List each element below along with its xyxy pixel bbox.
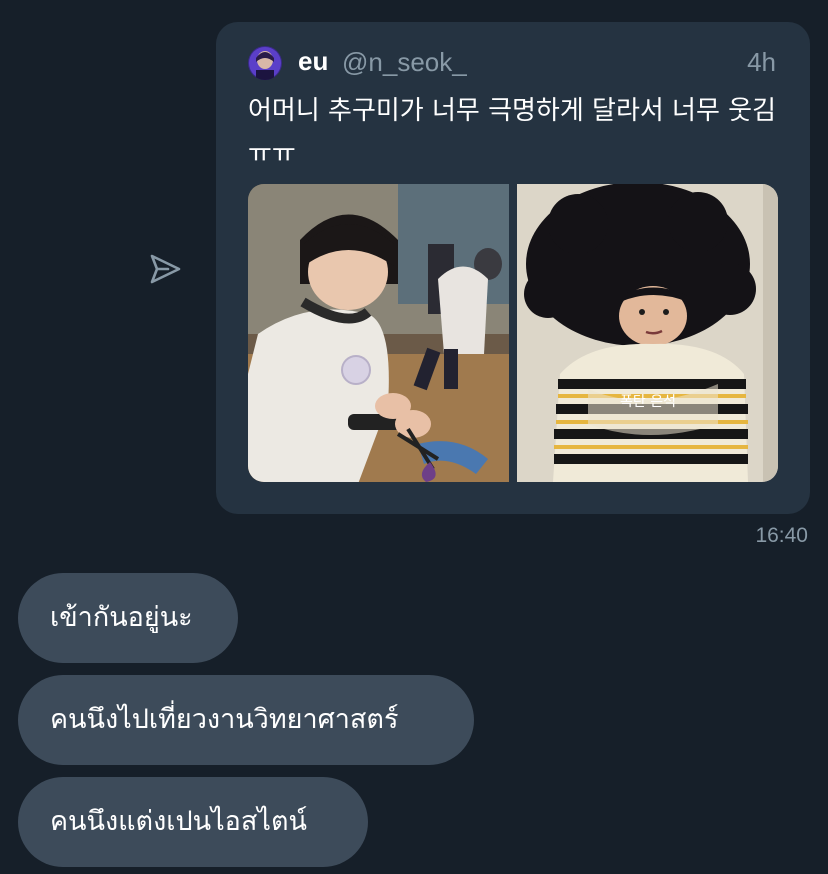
- tweet-header: eu @n_seok_ 4h: [248, 44, 776, 84]
- message-timestamp: 16:40: [755, 524, 808, 547]
- user-handle[interactable]: @n_seok_: [342, 47, 467, 78]
- tweet-media[interactable]: 폭탄 은석: [248, 184, 778, 482]
- dm-conversation: eu @n_seok_ 4h 어머니 추구미가 너무 극명하게 달라서 너무 웃…: [0, 0, 828, 874]
- message-bubble[interactable]: เข้ากันอยู่นะ: [18, 573, 238, 663]
- avatar[interactable]: [248, 46, 282, 80]
- message-bubble[interactable]: คนนึงแต่งเปนไอสไตน์: [18, 777, 368, 867]
- display-name[interactable]: eu: [298, 46, 328, 77]
- tweet-text: 어머니 추구미가 너무 극명하게 달라서 너무 웃김 ㅠㅠ: [248, 96, 776, 169]
- photo-child-afro-wig[interactable]: [517, 184, 778, 482]
- message-bubble[interactable]: คนนึงไปเที่ยวงานวิทยาศาสตร์: [18, 675, 474, 765]
- shared-tweet-card[interactable]: eu @n_seok_ 4h 어머니 추구미가 너무 극명하게 달라서 너무 웃…: [216, 22, 810, 514]
- photo-caption: 폭탄 은석: [620, 394, 676, 410]
- share-icon[interactable]: [146, 250, 184, 288]
- photo-child-with-scissors[interactable]: [248, 184, 509, 482]
- tweet-timestamp: 4h: [747, 47, 776, 77]
